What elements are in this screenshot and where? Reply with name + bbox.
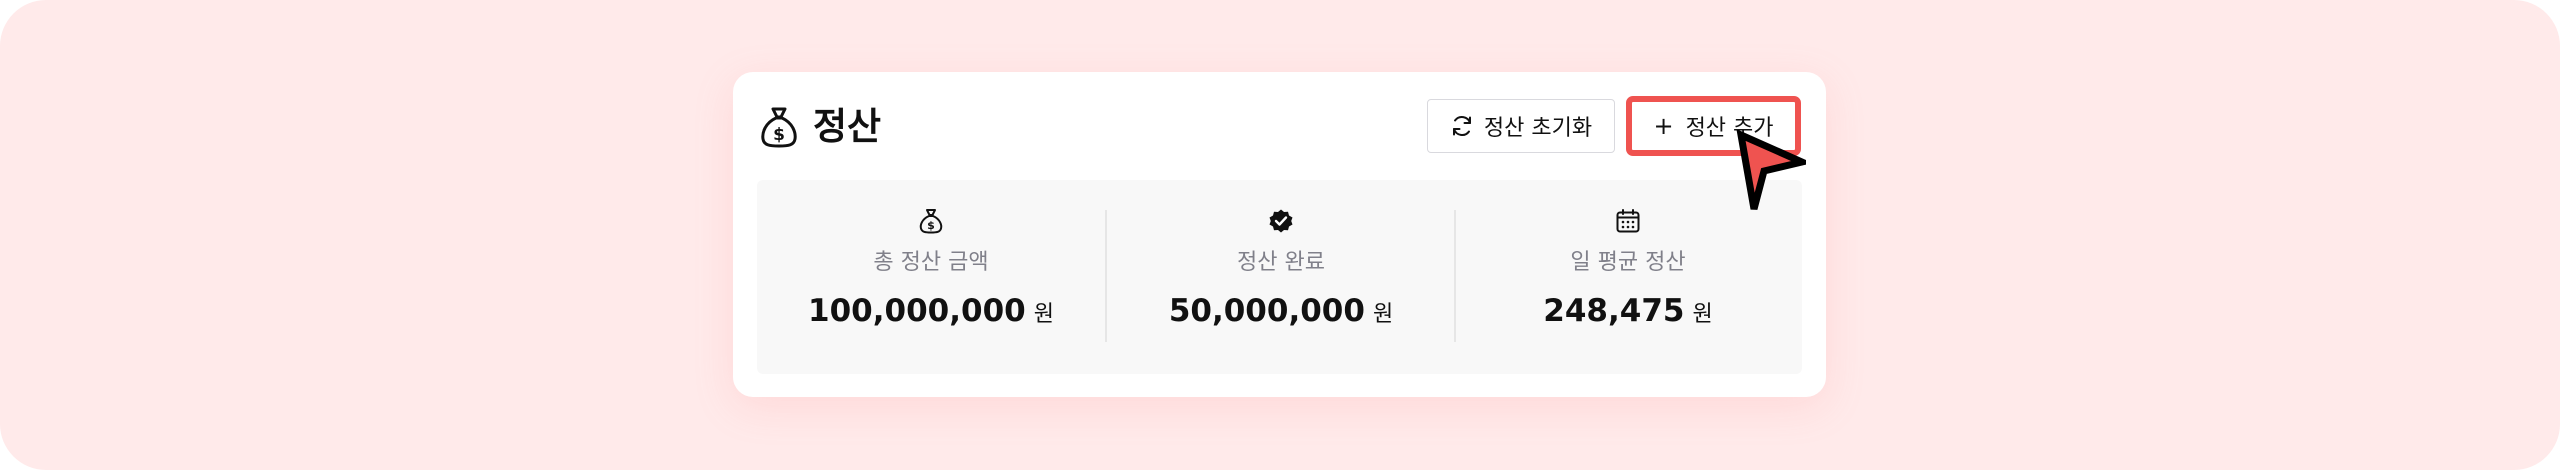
stat-unit: 원 (1033, 302, 1054, 327)
reset-button-label: 정산 초기화 (1483, 116, 1593, 141)
money-bag-icon: $ (919, 209, 943, 234)
stat-total-amount: $ 총 정산 금액 100,000,000 원 (757, 180, 1105, 374)
plus-icon: + (1653, 112, 1674, 140)
stat-label: 정산 완료 (1237, 250, 1325, 275)
page-background: $ 정산 정산 초기화 + 정산 추가 $ 총 정산 금액 100,000,00… (0, 0, 2560, 470)
refresh-icon (1452, 116, 1471, 136)
svg-text:$: $ (773, 125, 785, 145)
stat-number: 100,000,000 (808, 293, 1026, 329)
stat-label: 일 평균 정산 (1570, 250, 1686, 275)
stat-label: 총 정산 금액 (873, 250, 989, 275)
calendar-icon (1616, 209, 1640, 233)
stats-panel: $ 총 정산 금액 100,000,000 원 정산 완료 50,000,000 원 (757, 180, 1802, 374)
stat-completed: 정산 완료 50,000,000 원 (1107, 180, 1455, 374)
verified-check-icon (1269, 209, 1293, 233)
cursor-pointer-icon (1736, 130, 1806, 210)
reset-settlement-button[interactable]: 정산 초기화 (1427, 99, 1615, 153)
stat-unit: 원 (1692, 302, 1713, 327)
svg-text:$: $ (927, 219, 935, 232)
page-title: 정산 (813, 105, 882, 148)
money-bag-icon: $ (761, 107, 797, 148)
stat-unit: 원 (1372, 302, 1394, 327)
stat-number: 50,000,000 (1168, 293, 1365, 329)
stat-value: 50,000,000 원 (1107, 293, 1455, 329)
stat-value: 100,000,000 원 (757, 293, 1105, 329)
stat-value: 248,475 원 (1454, 293, 1802, 329)
settlement-card: $ 정산 정산 초기화 + 정산 추가 $ 총 정산 금액 100,000,00… (733, 72, 1826, 397)
stat-number: 248,475 (1543, 293, 1685, 329)
